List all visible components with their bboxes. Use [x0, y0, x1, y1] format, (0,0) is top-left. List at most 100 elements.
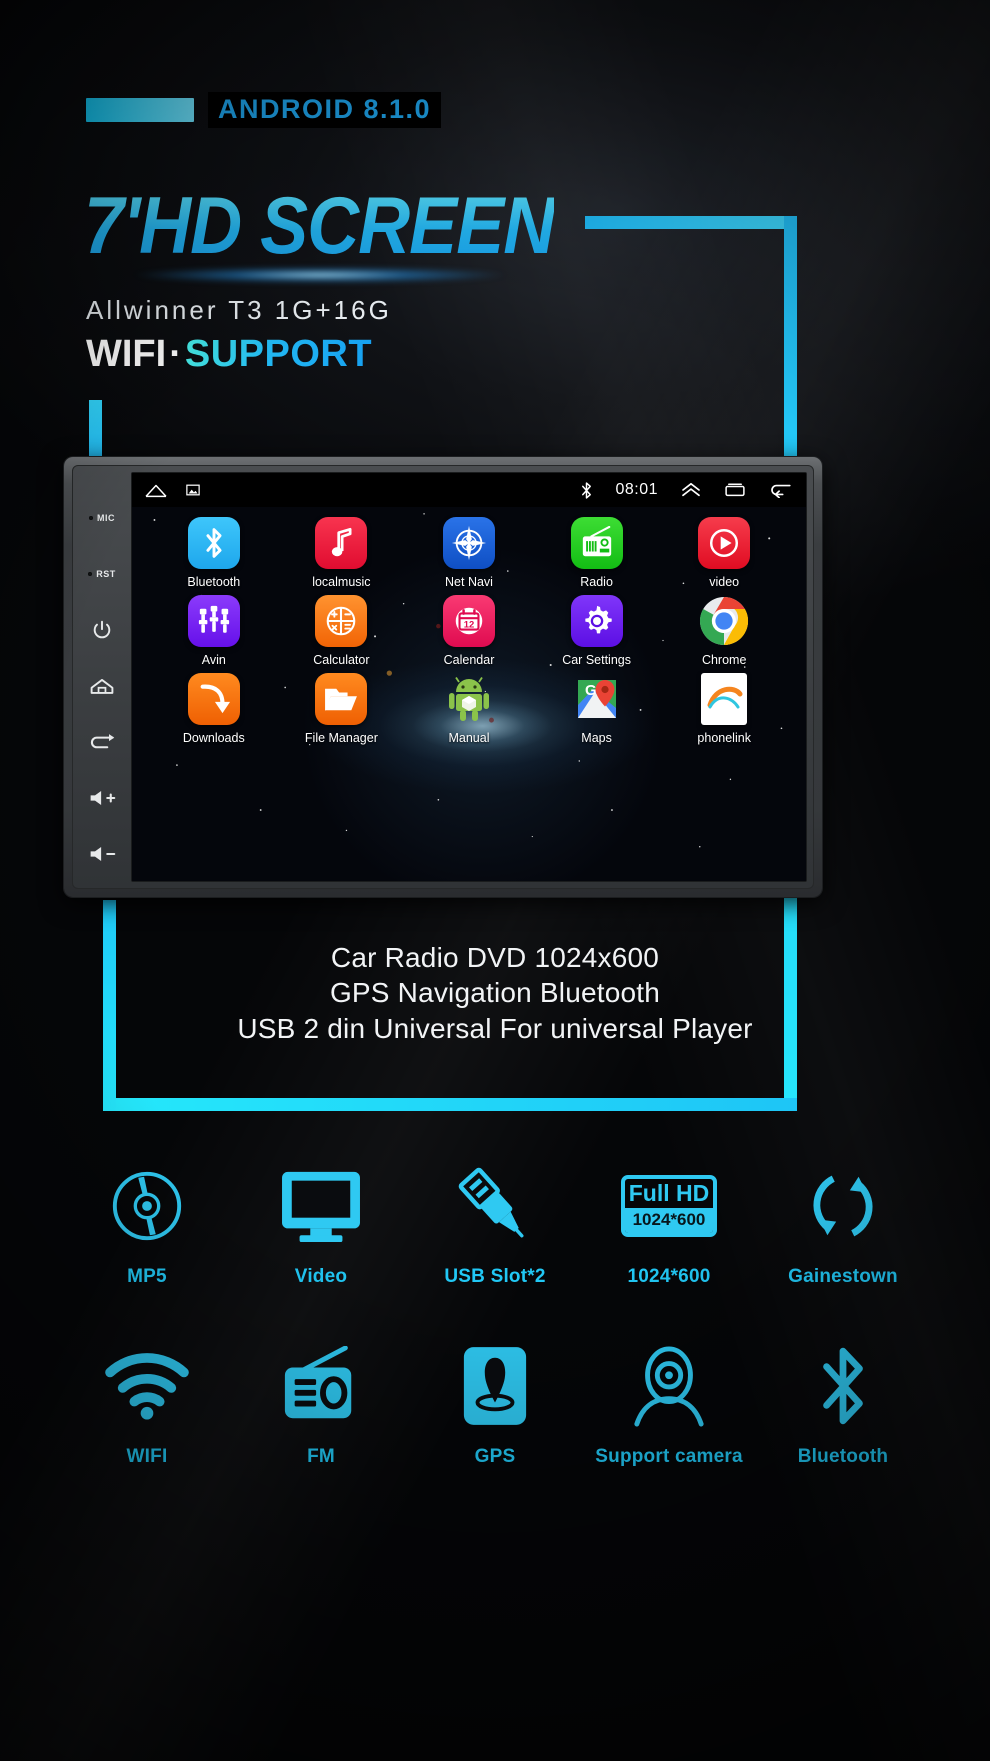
back-arrow-icon[interactable] [768, 482, 792, 498]
radio-app-icon [570, 517, 623, 569]
app-item-radio[interactable]: Radio [533, 517, 661, 589]
feature-resolution: Full HD 1024*600 1024*600 [582, 1158, 756, 1288]
app-item-net-navi[interactable]: Net Navi [405, 517, 533, 589]
device-side-buttons: MIC RST [73, 466, 131, 888]
app-label: Radio [580, 575, 613, 589]
app-label: Maps [581, 731, 612, 745]
accent-bar [86, 98, 194, 123]
feature-bluetooth: Bluetooth [756, 1338, 930, 1468]
feature-label: 1024*600 [627, 1266, 711, 1287]
volume-up-icon [90, 791, 116, 805]
app-item-file-manager[interactable]: File Manager [278, 673, 406, 745]
feature-label: Video [294, 1266, 348, 1287]
device-inner-bezel: MIC RST 08:01 Bluetooth localmusic Net N… [72, 465, 814, 889]
reset-hole-icon [88, 572, 93, 576]
radio-icon [277, 1338, 365, 1434]
camera-icon [629, 1338, 709, 1434]
app-label: phonelink [697, 731, 751, 745]
feature-support-camera: Support camera [582, 1338, 756, 1468]
refresh-icon [804, 1158, 882, 1254]
back-icon [90, 734, 115, 749]
android-version-row: ANDROID 8.1.0 [86, 92, 442, 129]
feature-video: Video [234, 1158, 408, 1288]
device-screen[interactable]: 08:01 Bluetooth localmusic Net Navi Radi… [131, 472, 807, 882]
app-label: Downloads [182, 731, 245, 745]
music-note-app-icon [315, 517, 368, 569]
sidebar-item-volume-down[interactable] [73, 826, 131, 882]
feature-mp5: MP5 [60, 1158, 234, 1288]
sidebar-item-reset[interactable]: RST [73, 546, 131, 602]
chevron-up-icon[interactable] [680, 482, 702, 498]
feature-label: Gainestown [788, 1266, 898, 1287]
phonelink-app-icon [701, 673, 748, 725]
frame-bottom-segment [103, 1098, 797, 1111]
download-arrow-app-icon [187, 673, 240, 725]
app-label: Calculator [313, 653, 370, 667]
home-icon[interactable] [144, 483, 168, 498]
home-icon [90, 678, 114, 694]
svg-text:12: 12 [464, 620, 475, 631]
feature-usb: USB Slot*2 [408, 1158, 582, 1288]
app-grid: Bluetooth localmusic Net Navi Radio vide… [132, 507, 806, 745]
app-item-calendar[interactable]: 12 Calendar [405, 595, 533, 667]
recents-icon[interactable] [724, 482, 746, 498]
app-item-avin[interactable]: Avin [150, 595, 278, 667]
description-line: GPS Navigation Bluetooth [329, 977, 661, 1009]
separator-dot: · [169, 333, 182, 375]
sidebar-item-mic[interactable]: MIC [73, 490, 131, 546]
gear-app-icon [570, 595, 623, 647]
power-icon [93, 620, 111, 639]
usb-plug-icon [453, 1158, 537, 1254]
product-description: Car Radio DVD 1024x600 GPS Navigation Bl… [0, 940, 990, 1046]
sidebar-item-home[interactable] [73, 658, 131, 714]
app-label: Chrome [701, 653, 747, 667]
bluetooth-app-icon [187, 517, 240, 569]
sidebar-item-volume-up[interactable] [73, 770, 131, 826]
volume-down-icon [90, 847, 116, 861]
app-item-downloads[interactable]: Downloads [150, 673, 278, 745]
rca-plugs-app-icon [187, 595, 240, 647]
image-icon[interactable] [186, 483, 200, 497]
disc-icon [108, 1158, 186, 1254]
feature-label: FM [307, 1446, 335, 1467]
chipset-spec-label: Allwinner T3 1G+16G [86, 295, 392, 325]
app-item-phonelink[interactable]: phonelink [660, 673, 788, 745]
feature-label: MP5 [127, 1266, 167, 1287]
sidebar-item-back[interactable] [73, 714, 131, 770]
wifi-label: WIFI [86, 333, 167, 375]
app-label: Avin [201, 653, 226, 667]
feature-wifi: WIFI [60, 1338, 234, 1468]
monitor-icon [278, 1158, 364, 1254]
bluetooth-icon [582, 481, 592, 499]
app-item-manual[interactable]: Manual [405, 673, 533, 745]
feature-row-1: MP5 Video USB Slot*2 Full HD 1024*600 10… [60, 1158, 930, 1288]
calendar-app-icon: 12 [442, 595, 495, 647]
gps-pin-icon [460, 1338, 530, 1434]
app-item-bluetooth[interactable]: Bluetooth [150, 517, 278, 589]
feature-row-2: WIFI FM GPS Support camera Bluetooth [60, 1338, 930, 1468]
app-item-car-settings[interactable]: Car Settings [533, 595, 661, 667]
feature-fm: FM [234, 1338, 408, 1468]
app-item-video[interactable]: video [660, 517, 788, 589]
feature-label: GPS [474, 1446, 516, 1467]
app-label: Manual [448, 731, 490, 745]
car-stereo-device: MIC RST 08:01 Bluetooth localmusic Net N… [64, 457, 822, 897]
sidebar-item-power[interactable] [73, 602, 131, 658]
page-title: 7'HD SCREEN [84, 181, 555, 272]
support-label: SUPPORT [184, 333, 373, 375]
feature-label: USB Slot*2 [444, 1266, 546, 1287]
mic-hole-icon [89, 516, 93, 520]
description-line: USB 2 din Universal For universal Player [237, 1012, 753, 1044]
bluetooth-icon [813, 1338, 873, 1434]
android-version-label: ANDROID 8.1.0 [208, 92, 442, 129]
feature-gainestown: Gainestown [756, 1158, 930, 1288]
app-label: File Manager [304, 731, 378, 745]
badge-top-label: Full HD [628, 1179, 710, 1206]
app-item-localmusic[interactable]: localmusic [278, 517, 406, 589]
status-clock: 08:01 [615, 481, 658, 498]
app-item-chrome[interactable]: Chrome [660, 595, 788, 667]
app-item-maps[interactable]: G Maps [533, 673, 661, 745]
wifi-icon [104, 1338, 190, 1434]
app-item-calculator[interactable]: Calculator [278, 595, 406, 667]
frame-top-segment [585, 216, 797, 229]
